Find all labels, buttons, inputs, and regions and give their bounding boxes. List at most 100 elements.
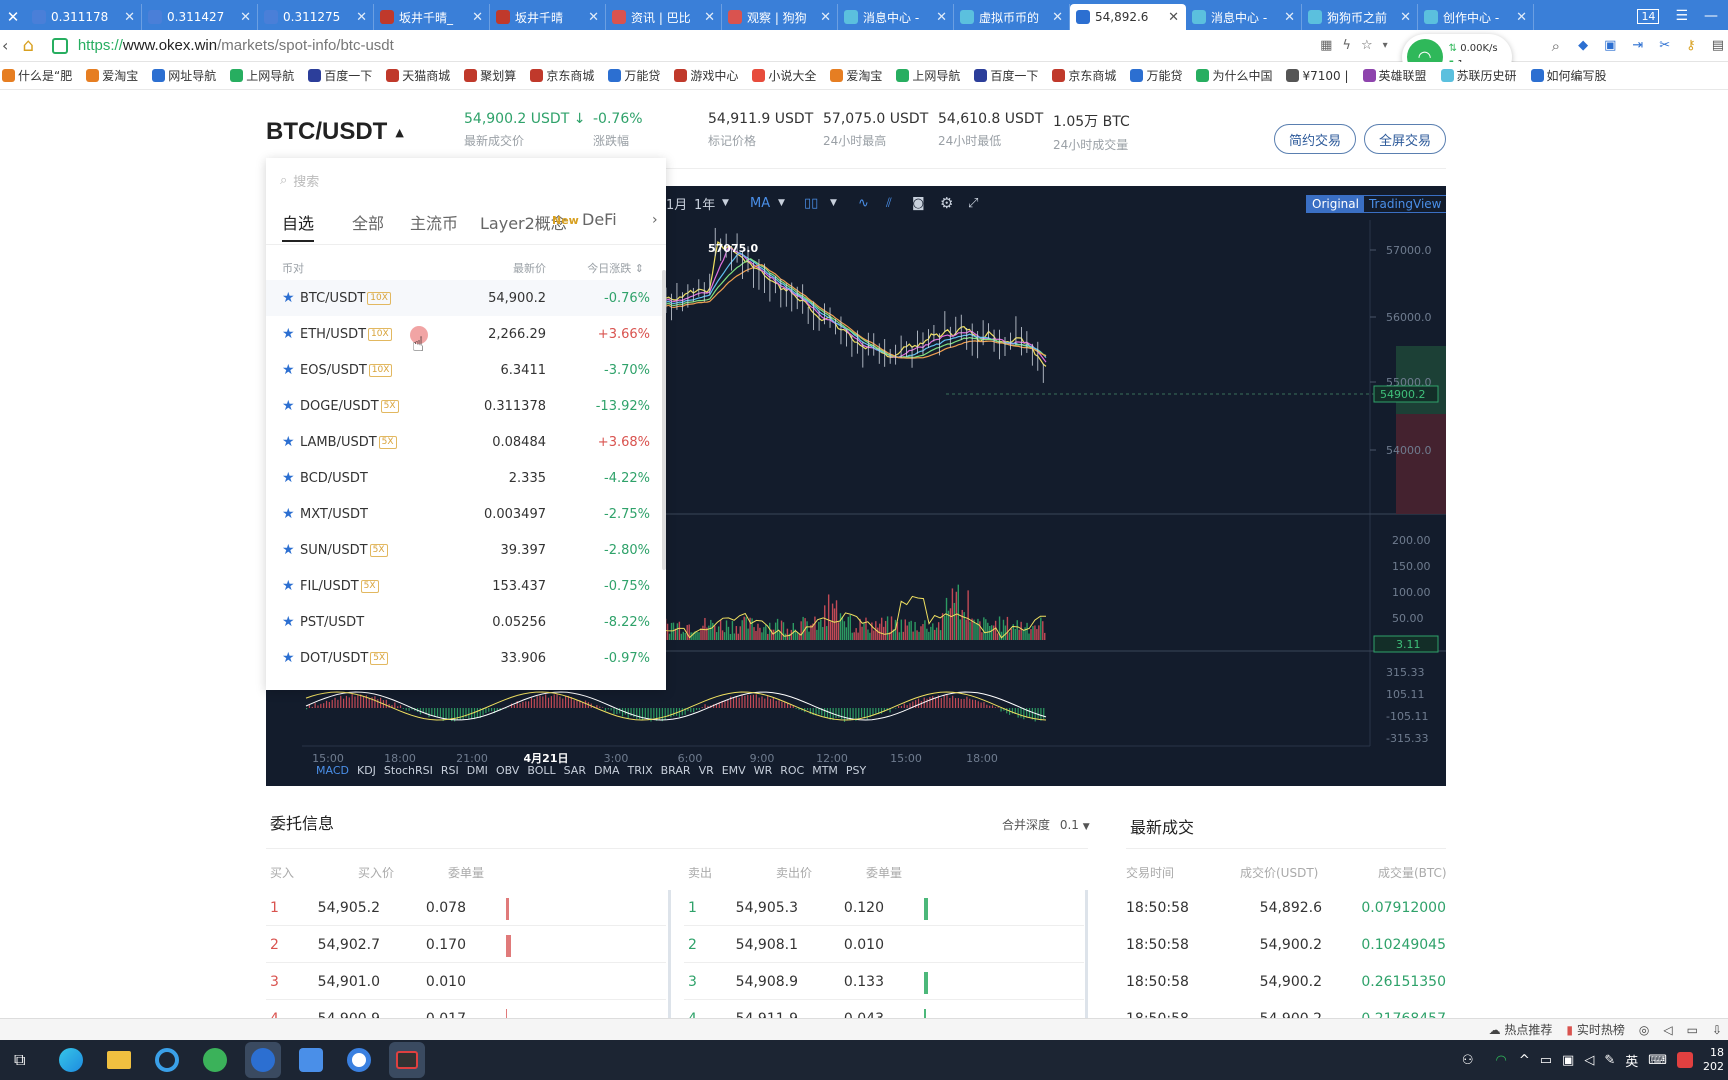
window-icon[interactable]: ▭ — [1687, 1023, 1698, 1037]
indicator-tab[interactable]: MTM — [812, 764, 838, 777]
browser-tab[interactable]: 虚拟币币的 ✕ — [954, 4, 1070, 30]
category-tab[interactable]: 主流币 — [410, 210, 458, 234]
indicator-tab[interactable]: EMV — [722, 764, 746, 777]
star-icon[interactable]: ★ — [282, 398, 295, 414]
hot-recommend[interactable]: ☁ 热点推荐 — [1489, 1021, 1553, 1038]
chevron-right-icon[interactable]: › — [652, 212, 658, 228]
search-box[interactable]: ⌕ 搜索 — [280, 168, 650, 192]
tab-close-icon[interactable]: ✕ — [472, 10, 483, 25]
indicator-tab[interactable]: KDJ — [357, 764, 376, 777]
key-icon[interactable]: ⚷ — [1686, 38, 1696, 53]
sogou-ime-icon[interactable] — [1677, 1052, 1693, 1068]
clock[interactable]: 18 202 — [1703, 1046, 1724, 1074]
browser-tab[interactable]: 坂井千晴_ ✕ — [374, 4, 490, 30]
browser-tab[interactable]: 观察 | 狗狗 ✕ — [722, 4, 838, 30]
pair-row[interactable]: ★ EOS/USDT 10X 6.3411 -3.70% — [266, 352, 666, 388]
tab-close-icon[interactable]: ✕ — [1284, 10, 1295, 25]
bookmark-item[interactable]: 万能贷 — [1130, 67, 1182, 84]
star-icon[interactable]: ★ — [282, 326, 295, 342]
shield-icon[interactable]: ◎ — [1639, 1023, 1649, 1037]
tab-count-badge[interactable]: 14 — [1637, 9, 1660, 24]
menu-icon[interactable]: ☰ — [1675, 8, 1688, 24]
bookmark-item[interactable]: 爱淘宝 — [86, 67, 138, 84]
star-icon[interactable]: ★ — [282, 650, 295, 666]
indicator-tab[interactable]: BOLL — [527, 764, 555, 777]
ask-row[interactable]: 3 54,908.9 0.133 — [684, 964, 1084, 1000]
bookmark-item[interactable]: 百度一下 — [308, 67, 372, 84]
bookmark-item[interactable]: 苏联历史研 — [1440, 67, 1517, 84]
star-icon[interactable]: ★ — [282, 470, 295, 486]
indicator-tab[interactable]: RSI — [441, 764, 459, 777]
bid-row[interactable]: 2 54,902.7 0.170 — [266, 927, 666, 963]
folder-icon[interactable] — [101, 1042, 137, 1078]
category-tab[interactable]: DeFi — [582, 210, 617, 229]
edge-icon[interactable] — [53, 1042, 89, 1078]
browser-tab[interactable]: 0.311178 ✕ — [26, 4, 142, 30]
tab-close-icon[interactable]: ✕ — [356, 10, 367, 25]
tab-close-icon[interactable]: ✕ — [704, 10, 715, 25]
browser-tab[interactable]: 狗狗币之前 ✕ — [1302, 4, 1418, 30]
bookmark-item[interactable]: 百度一下 — [974, 67, 1038, 84]
tab-close-icon[interactable]: ✕ — [1516, 10, 1527, 25]
search-icon[interactable]: ⌕ — [1552, 37, 1560, 55]
bookmark-item[interactable]: ¥7100 | — [1286, 69, 1349, 83]
fullscreen-trade-button[interactable]: 全屏交易 — [1364, 124, 1446, 154]
browser-tab[interactable]: 0.311275 ✕ — [258, 4, 374, 30]
download-icon[interactable]: ⇩ — [1712, 1023, 1722, 1037]
extension-icon-2[interactable]: ▣ — [1604, 38, 1616, 53]
network-icon[interactable]: ▣ — [1562, 1053, 1574, 1068]
indicator-tab[interactable]: WR — [754, 764, 773, 777]
bid-row[interactable]: 1 54,905.2 0.078 — [266, 890, 666, 926]
category-tab[interactable]: 全部 — [352, 210, 384, 234]
bookmark-item[interactable]: 小说大全 — [752, 67, 816, 84]
chevron-down-icon[interactable]: ▾ — [1383, 40, 1388, 51]
col-change-header[interactable]: 今日涨跌 ⇕ — [587, 260, 644, 276]
green-app-icon[interactable] — [197, 1042, 233, 1078]
pair-row[interactable]: ★ PST/USDT 0.05256 -8.22% — [266, 604, 666, 640]
pair-row[interactable]: ★ SUN/USDT 5X 39.397 -2.80% — [266, 532, 666, 568]
chevron-up-icon[interactable]: ^ — [1519, 1053, 1530, 1068]
lightning-icon[interactable]: ϟ — [1342, 38, 1351, 53]
star-icon[interactable]: ★ — [282, 578, 295, 594]
star-icon[interactable]: ★ — [282, 506, 295, 522]
pair-row[interactable]: ★ MXT/USDT 0.003497 -2.75% — [266, 496, 666, 532]
task-view-icon[interactable]: ⧉ — [14, 1050, 25, 1070]
pair-row[interactable]: ★ DOT/USDT 5X 33.906 -0.97% — [266, 640, 666, 676]
realtime-hot[interactable]: ▮ 实时热榜 — [1566, 1021, 1624, 1038]
star-icon[interactable]: ☆ — [1361, 38, 1373, 53]
ask-row[interactable]: 1 54,905.3 0.120 — [684, 890, 1084, 926]
pair-row[interactable]: ★ BCD/USDT 2.335 -4.22% — [266, 460, 666, 496]
tab-close-icon[interactable]: ✕ — [1168, 10, 1179, 25]
pair-selector[interactable]: BTC/USDT ▲ — [266, 118, 404, 146]
pair-row[interactable]: ★ ETH/USDT 10X 2,266.29 +3.66% — [266, 316, 666, 352]
pair-row[interactable]: ★ FIL/USDT 5X 153.437 -0.75% — [266, 568, 666, 604]
bookmark-item[interactable]: 京东商城 — [530, 67, 594, 84]
bookmark-item[interactable]: 上网导航 — [230, 67, 294, 84]
recorder-icon[interactable] — [389, 1042, 426, 1078]
battery-icon[interactable]: ▭ — [1540, 1053, 1552, 1068]
indicator-tab[interactable]: DMI — [467, 764, 488, 777]
bookmark-item[interactable]: 万能贷 — [608, 67, 660, 84]
volume-icon[interactable]: ◁ — [1584, 1053, 1594, 1068]
pen-icon[interactable]: ✎ — [1604, 1053, 1615, 1068]
extension-icon-1[interactable]: ◆ — [1578, 38, 1588, 53]
ask-row[interactable]: 2 54,908.1 0.010 — [684, 927, 1084, 963]
speaker-icon[interactable]: ◁ — [1663, 1023, 1672, 1037]
browser-tab[interactable]: 54,892.6 ✕ — [1070, 4, 1186, 30]
tab-close-icon[interactable]: ✕ — [240, 10, 251, 25]
keyboard-icon[interactable]: ⌨ — [1648, 1053, 1667, 1068]
bookmark-item[interactable]: 游戏中心 — [674, 67, 738, 84]
pair-row[interactable]: ★ LAMB/USDT 5X 0.08484 +3.68% — [266, 424, 666, 460]
indicator-tab[interactable]: MACD — [316, 764, 349, 777]
tab-close-icon[interactable]: ✕ — [124, 10, 135, 25]
people-icon[interactable]: ⚇ — [1462, 1053, 1474, 1068]
pair-row[interactable]: ★ BTC/USDT 10X 54,900.2 -0.76% — [266, 280, 666, 316]
tab-close-icon[interactable]: ✕ — [588, 10, 599, 25]
indicator-tab[interactable]: TRIX — [627, 764, 652, 777]
simple-trade-button[interactable]: 简约交易 — [1274, 124, 1356, 154]
star-icon[interactable]: ★ — [282, 362, 295, 378]
chevron-left-icon[interactable]: ‹ — [2, 36, 8, 55]
indicator-tab[interactable]: OBV — [496, 764, 519, 777]
browser-tab[interactable]: 资讯 | 巴比 ✕ — [606, 4, 722, 30]
close-icon[interactable]: ✕ — [0, 4, 26, 30]
